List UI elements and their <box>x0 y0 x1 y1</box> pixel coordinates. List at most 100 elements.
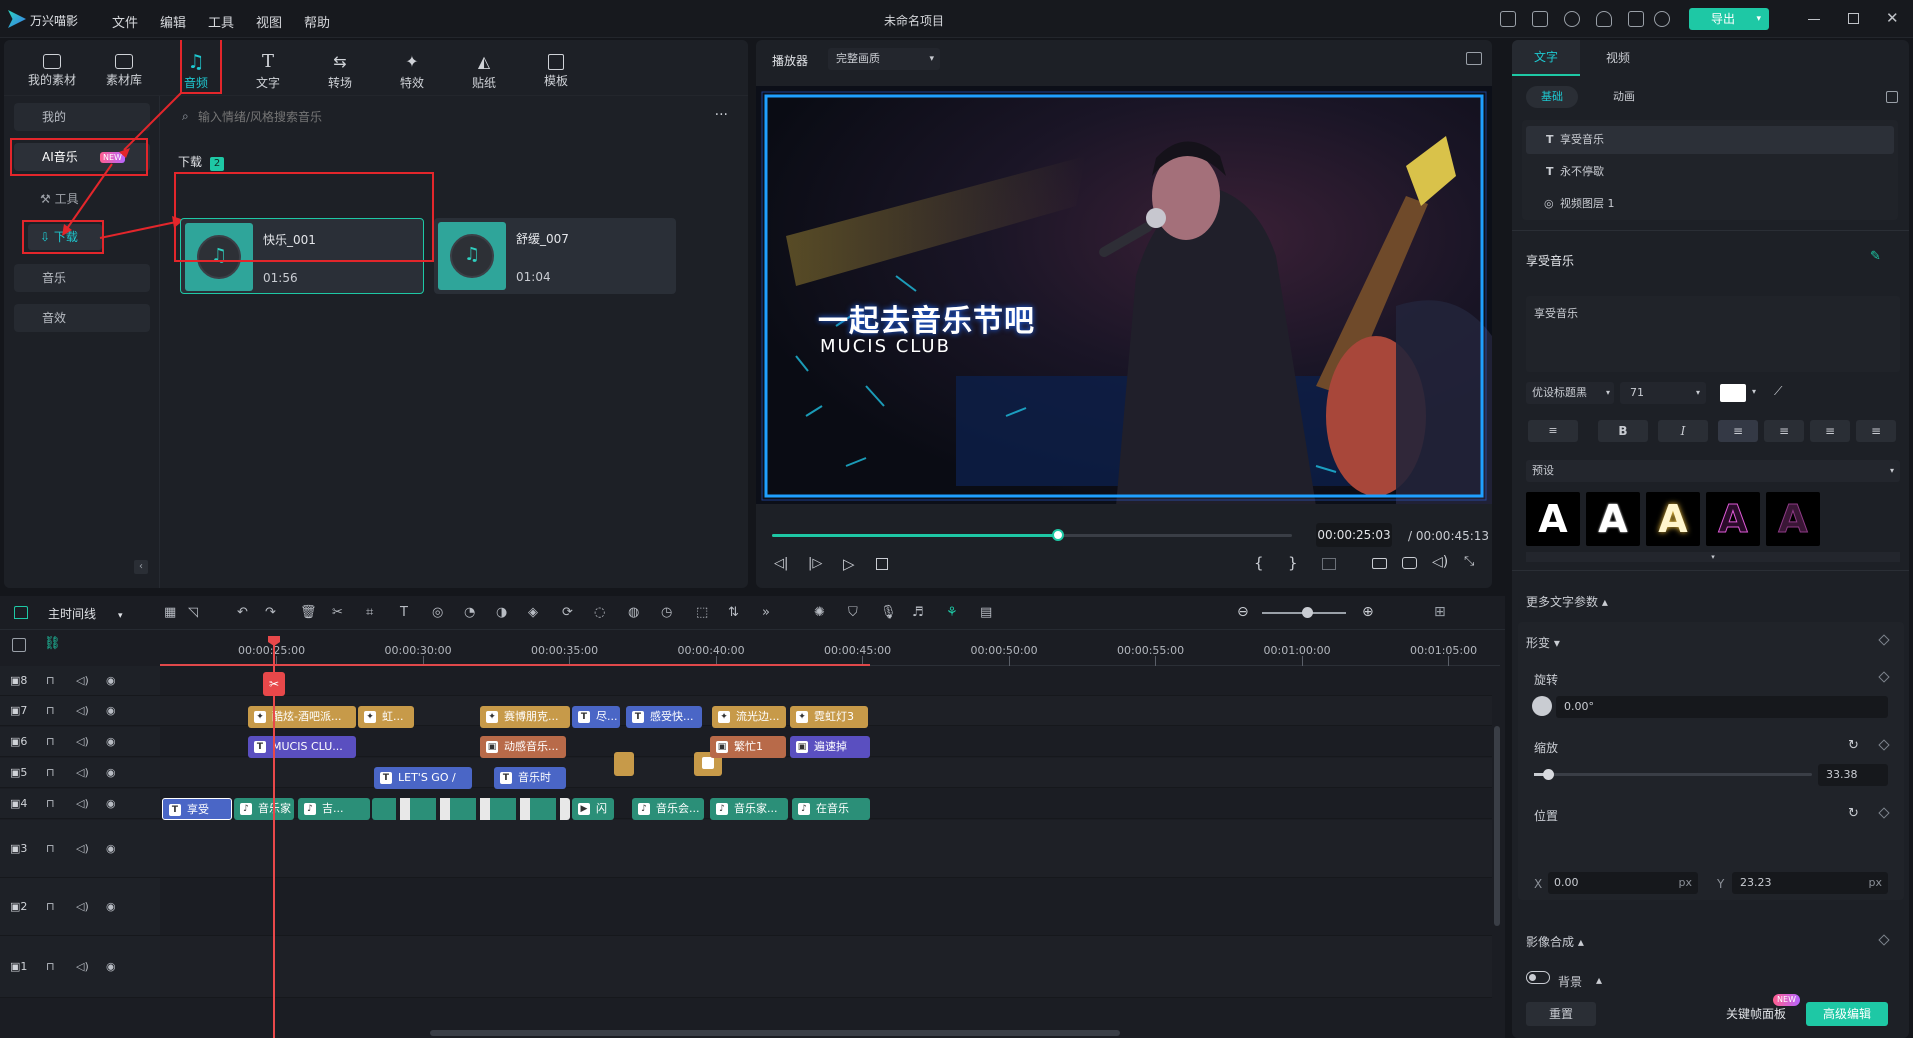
mark-out-icon[interactable]: } <box>1288 554 1298 572</box>
preset-style[interactable]: A <box>1766 492 1820 546</box>
chevron-down-icon[interactable]: ▾ <box>1756 8 1761 30</box>
rotation-dial[interactable] <box>1532 696 1552 716</box>
volume-icon[interactable]: ◁) <box>76 842 89 855</box>
zoom-knob[interactable] <box>1302 607 1313 618</box>
quality-select[interactable]: 完整画质 ▾ <box>828 48 940 70</box>
eye-icon[interactable]: ◉ <box>106 735 116 748</box>
stabilize-icon[interactable]: ◌ <box>594 605 610 621</box>
timeline-clip[interactable]: ▣ 动感音乐... <box>480 736 566 758</box>
restore-icon[interactable] <box>1848 13 1859 24</box>
align-center-button[interactable]: ≡ <box>1764 420 1804 442</box>
timeline-clip[interactable]: ▣ 繁忙1 <box>710 736 786 758</box>
render-preview-icon[interactable] <box>1322 558 1336 570</box>
timeline-clip[interactable]: ♪ 吉... <box>298 798 370 820</box>
preset-style[interactable]: A <box>1586 492 1640 546</box>
zoom-slider[interactable] <box>1262 607 1346 618</box>
color-swatch[interactable] <box>1720 384 1746 402</box>
mask-icon[interactable]: ◎ <box>432 605 448 621</box>
background-toggle[interactable] <box>1526 971 1550 984</box>
reset-icon[interactable]: ↻ <box>1848 806 1859 821</box>
export-button[interactable]: 导出 ▾ <box>1689 8 1769 30</box>
eye-icon[interactable]: ◉ <box>106 797 116 810</box>
mic-icon[interactable]: 🎙 <box>880 605 897 621</box>
bold-button[interactable]: B <box>1598 420 1648 442</box>
display-icon[interactable] <box>1372 558 1387 569</box>
eye-icon[interactable]: ◉ <box>106 704 116 717</box>
tab-text-props[interactable]: 文字 <box>1512 40 1580 76</box>
folder-lock-icon[interactable]: ⊓ <box>46 704 55 717</box>
search-bar[interactable]: ⌕ ··· <box>176 104 740 130</box>
timeline-clip[interactable]: ✦ 流光边... <box>712 706 786 728</box>
eye-icon[interactable]: ◉ <box>106 960 116 973</box>
track-lane[interactable] <box>160 878 1492 936</box>
title-overlay[interactable]: 一起去音乐节吧 <box>818 296 1035 340</box>
cut-icon[interactable]: ✂ <box>332 605 348 621</box>
split-screen-icon[interactable]: ▤ <box>980 605 996 621</box>
snap-icon[interactable]: ⚘ <box>946 605 962 621</box>
add-track-icon[interactable] <box>12 638 26 652</box>
link-icon[interactable]: ⛓ <box>44 636 61 651</box>
stop-icon[interactable] <box>876 558 888 570</box>
menu-view[interactable]: 视图 <box>256 12 282 31</box>
align-left-button[interactable]: ≡ <box>1718 420 1758 442</box>
transform-toggle[interactable]: 形变 ▾ <box>1526 634 1560 651</box>
scale-slider[interactable] <box>1534 769 1812 780</box>
fullscreen-icon[interactable]: ⤡ <box>1464 554 1474 569</box>
preset-expand-bar[interactable]: ▾ <box>1526 552 1900 562</box>
grid-icon[interactable] <box>1628 11 1644 27</box>
background-expand-icon[interactable]: ▴ <box>1596 973 1602 987</box>
timer-icon[interactable]: ◷ <box>661 605 677 621</box>
prev-frame-icon[interactable]: ◁| <box>774 556 788 571</box>
zoom-in-icon[interactable]: ⊕ <box>1362 604 1374 620</box>
eye-icon[interactable]: ◉ <box>106 674 116 687</box>
horizontal-scrollbar[interactable] <box>430 1030 1120 1036</box>
timeline-clip[interactable]: ♪ 音乐家... <box>710 798 788 820</box>
transform-icon[interactable]: ⬚ <box>696 605 712 621</box>
camera-icon[interactable] <box>1402 557 1417 569</box>
more-options-icon[interactable]: ··· <box>715 107 728 123</box>
grid-layout-icon[interactable]: ⊞ <box>1434 604 1446 620</box>
headset-icon[interactable] <box>1596 11 1612 27</box>
subtitle-overlay[interactable]: MUCIS CLUB <box>820 336 951 357</box>
text-content-field[interactable]: 享受音乐 <box>1526 296 1900 372</box>
layer-item[interactable]: T 永不停歇 <box>1526 158 1894 186</box>
italic-button[interactable]: I <box>1658 420 1708 442</box>
timeline-clip[interactable]: ♪ 音乐会... <box>632 798 704 820</box>
music-card[interactable]: ♫ 舒缓_007 01:04 <box>434 218 676 294</box>
clip-marker[interactable] <box>614 752 634 776</box>
undo-icon[interactable]: ↶ <box>237 605 253 621</box>
cloud-icon[interactable] <box>1564 11 1580 27</box>
render-icon[interactable]: ✺ <box>814 605 830 621</box>
volume-icon[interactable]: ◁) <box>76 674 89 687</box>
ai-icon[interactable]: ◈ <box>528 605 544 621</box>
track-lane[interactable] <box>160 936 1492 998</box>
timeline-clip-strip[interactable] <box>372 798 570 820</box>
timeline-clip[interactable]: ✦ 霓虹灯3 <box>790 706 868 728</box>
rotation-input[interactable]: 0.00° <box>1556 696 1888 718</box>
advanced-edit-button[interactable]: 高级编辑 <box>1806 1002 1888 1026</box>
preset-style[interactable]: A <box>1706 492 1760 546</box>
track-lane[interactable] <box>160 666 1492 696</box>
zoom-out-icon[interactable]: ⊖ <box>1237 604 1249 620</box>
volume-icon[interactable]: ◁) <box>76 960 89 973</box>
timeline-clip[interactable]: T 音乐时 <box>494 767 566 789</box>
ai-edit-icon[interactable]: ✎ <box>1870 249 1881 264</box>
save-preset-icon[interactable] <box>1886 91 1898 103</box>
search-input[interactable] <box>198 106 678 128</box>
track-lane[interactable] <box>160 758 1492 788</box>
line-spacing-button[interactable]: ≡ <box>1528 420 1578 442</box>
keyframe-diamond-icon[interactable] <box>1878 934 1890 946</box>
timeline-clip[interactable]: ♪音乐家 <box>234 798 294 820</box>
align-right-button[interactable]: ≡ <box>1810 420 1850 442</box>
eyedropper-icon[interactable]: ⟋ <box>1774 384 1782 399</box>
more-params-toggle[interactable]: 更多文字参数 ▴ <box>1526 593 1608 610</box>
select-icon[interactable]: ◹ <box>188 605 204 621</box>
speed-icon[interactable]: ◔ <box>464 605 480 621</box>
folder-lock-icon[interactable]: ⊓ <box>46 766 55 779</box>
eye-icon[interactable]: ◉ <box>106 900 116 913</box>
subtab-basic[interactable]: 基础 <box>1526 86 1578 108</box>
folder-lock-icon[interactable]: ⊓ <box>46 674 55 687</box>
menu-file[interactable]: 文件 <box>112 12 138 31</box>
snapshot-icon[interactable] <box>1466 52 1482 65</box>
user-icon[interactable] <box>1654 11 1670 27</box>
